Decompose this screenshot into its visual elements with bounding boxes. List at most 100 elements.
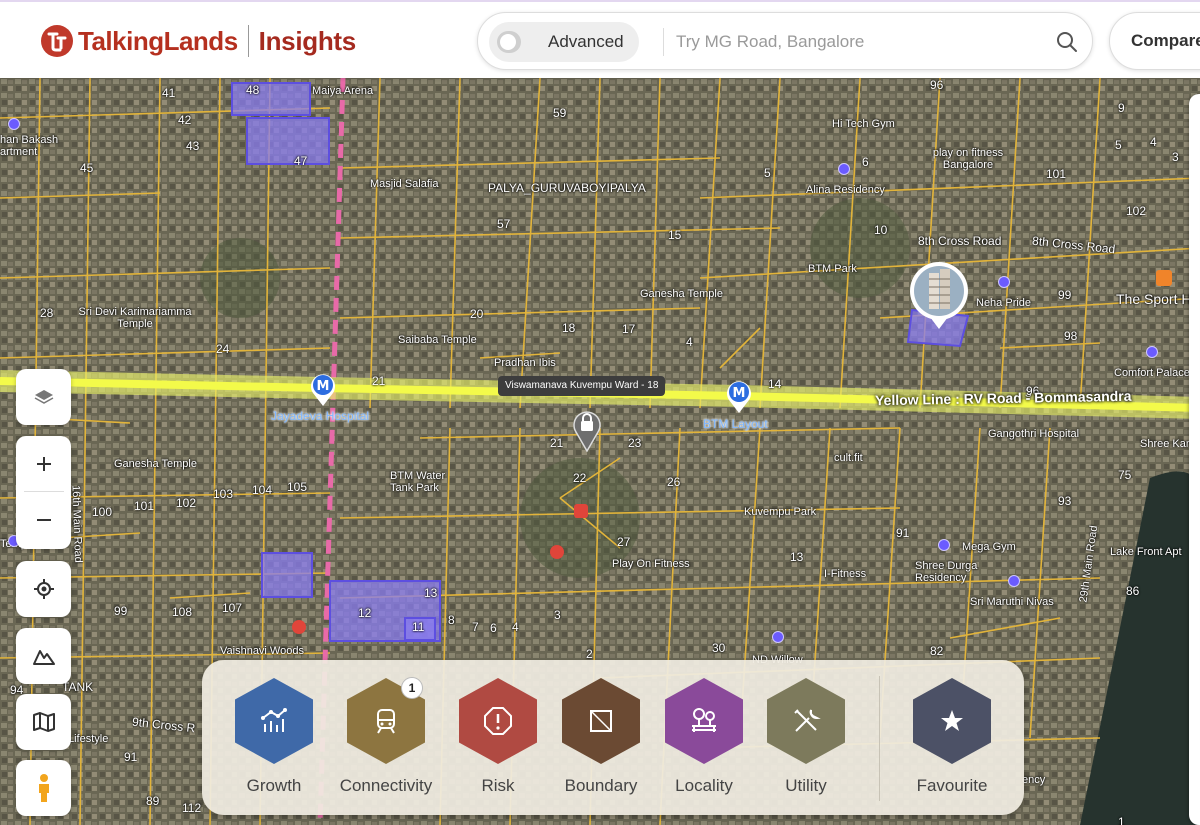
plot-number[interactable]: 101 (134, 499, 154, 513)
map-label[interactable]: Pradhan Ibis (494, 357, 556, 369)
map-label[interactable]: Sri Devi Karimariamma Temple (70, 306, 200, 330)
category-boundary[interactable]: Boundary (551, 678, 651, 808)
plot-number[interactable]: 86 (1126, 584, 1139, 598)
plot-number[interactable]: 75 (1118, 468, 1131, 482)
map-label[interactable]: play on fitness Bangalore (928, 147, 1008, 171)
plot-number[interactable]: 27 (617, 535, 630, 549)
plot-number[interactable]: 20 (470, 307, 483, 321)
plot-number[interactable]: 3 (554, 608, 561, 622)
plot-number[interactable]: 102 (1126, 204, 1146, 218)
plot-number[interactable]: 48 (246, 83, 259, 97)
map-label[interactable]: Ganesha Temple (114, 458, 197, 470)
metro-station-label[interactable]: BTM Layout (703, 417, 768, 431)
plot-number[interactable]: 5 (1115, 138, 1122, 152)
map-label[interactable]: BTM Park (808, 263, 857, 275)
category-hex[interactable] (235, 678, 313, 764)
zoom-out-button[interactable] (16, 492, 71, 547)
category-hex[interactable] (665, 678, 743, 764)
poi-marker[interactable] (772, 631, 784, 643)
terrain-button[interactable] (16, 628, 71, 684)
metro-station-label[interactable]: Jayadeva Hospital (271, 409, 369, 423)
map-label[interactable]: Kuvempu Park (744, 506, 816, 518)
plot-number[interactable]: 108 (172, 605, 192, 619)
plot-number[interactable]: 42 (178, 113, 191, 127)
plot-number[interactable]: 82 (930, 644, 943, 658)
plot-number[interactable]: 47 (294, 154, 307, 168)
plot-number[interactable]: 104 (252, 483, 272, 497)
plot-number[interactable]: 30 (712, 641, 725, 655)
street-view-button[interactable] (16, 760, 71, 816)
map-label[interactable]: Ganesha Temple (640, 288, 723, 300)
map-style-button[interactable] (16, 694, 71, 750)
category-risk[interactable]: Risk (448, 678, 548, 808)
side-panel-edge[interactable] (1189, 94, 1200, 825)
plot-number[interactable]: 103 (213, 487, 233, 501)
search-icon[interactable] (1056, 31, 1078, 53)
plot-number[interactable]: 5 (764, 166, 771, 180)
plot-number[interactable]: 21 (372, 374, 385, 388)
plot-number[interactable]: 22 (573, 471, 586, 485)
category-locality[interactable]: Locality (654, 678, 754, 808)
ward-label[interactable]: Viswamanava Kuvempu Ward - 18 (498, 376, 666, 396)
plot-number[interactable]: 101 (1046, 167, 1066, 181)
plot-number[interactable]: 96 (930, 78, 943, 92)
map-label[interactable]: Sri Maruthi Nivas (970, 596, 1054, 608)
map-label[interactable]: Mega Gym (962, 541, 1016, 553)
map-label[interactable]: Shree Kar (1140, 438, 1190, 450)
terrain-button-inner[interactable] (16, 628, 71, 683)
plot-number[interactable]: 14 (768, 377, 781, 391)
plot-number[interactable]: 21 (550, 436, 563, 450)
map-label[interactable]: Lifestyle (68, 733, 108, 745)
logo[interactable]: TalkingLands Insights (40, 24, 356, 58)
plot-number[interactable]: 43 (186, 139, 199, 153)
plot-number[interactable]: 41 (162, 86, 175, 100)
plot-number[interactable]: 26 (667, 475, 680, 489)
plot-number[interactable]: 23 (628, 436, 641, 450)
poi-marker[interactable] (998, 276, 1010, 288)
map-label[interactable]: The Sport H (1116, 291, 1191, 307)
compare-button[interactable]: Compare (1109, 12, 1200, 70)
zoom-in-button[interactable] (16, 436, 71, 491)
map-label[interactable]: ency (1022, 774, 1045, 786)
plot-number[interactable]: 99 (114, 604, 127, 618)
category-hex[interactable] (767, 678, 845, 764)
plot-number[interactable]: 13 (790, 550, 803, 564)
layers-button[interactable] (16, 369, 71, 425)
search-input[interactable] (676, 28, 1036, 56)
plot-number[interactable]: 12 (358, 606, 371, 620)
plot-number[interactable]: 4 (686, 335, 693, 349)
map-label[interactable]: Neha Pride (976, 297, 1031, 309)
plot-number[interactable]: 107 (222, 601, 242, 615)
plot-number[interactable]: 13 (424, 586, 437, 600)
category-hex[interactable] (913, 678, 991, 764)
map-label[interactable]: Alina Residency (806, 184, 885, 196)
plot-number[interactable]: 59 (553, 106, 566, 120)
plot-number[interactable]: 7 (472, 620, 479, 634)
plot-number[interactable]: 9 (1118, 101, 1125, 115)
category-connectivity[interactable]: Connectivity (336, 678, 436, 808)
map-label[interactable]: I-Fitness (824, 568, 866, 580)
poi-marker[interactable] (938, 539, 950, 551)
plot-number[interactable]: 45 (80, 161, 93, 175)
map-label[interactable]: Saibaba Temple (398, 334, 477, 346)
plot-number[interactable]: 6 (862, 155, 869, 169)
locate-button-inner[interactable] (16, 561, 71, 616)
poi-marker[interactable] (1146, 346, 1158, 358)
plot-number[interactable]: 4 (1150, 135, 1157, 149)
category-utility[interactable]: Utility (756, 678, 856, 808)
hospital-marker[interactable] (574, 504, 588, 518)
advanced-toggle[interactable]: Advanced (489, 22, 639, 62)
plot-number[interactable]: 8 (448, 613, 455, 627)
poi-marker[interactable] (838, 163, 850, 175)
plot-number[interactable]: 89 (146, 794, 159, 808)
layers-button-inner[interactable] (16, 369, 71, 424)
plot-number[interactable]: 98 (1064, 329, 1077, 343)
map-label[interactable]: Masjid Salafia (370, 178, 438, 190)
map-label[interactable]: Shree Durga Residency (915, 560, 985, 584)
toggle-switch[interactable] (497, 31, 521, 53)
plot-number[interactable]: 10 (874, 223, 887, 237)
plot-number[interactable]: 57 (497, 217, 510, 231)
hospital-marker[interactable] (550, 545, 564, 559)
map-label[interactable]: Comfort Palace (1114, 367, 1190, 379)
plot-number[interactable]: 11 (412, 620, 424, 634)
